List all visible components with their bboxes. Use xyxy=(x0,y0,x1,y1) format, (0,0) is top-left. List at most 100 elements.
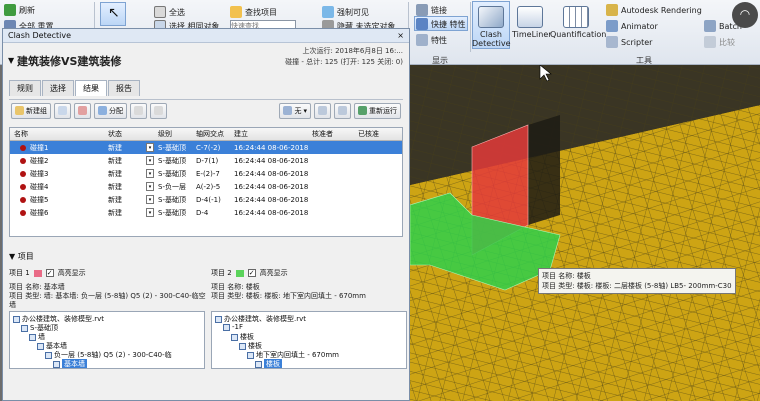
find-items-button[interactable]: 查找项目 xyxy=(230,6,277,18)
3d-viewport[interactable] xyxy=(410,65,760,401)
tree-node-selected[interactable]: 楼板 xyxy=(255,359,282,368)
table-header: 名称 状态 级别 轴网交点 建立 核准者 已核准 xyxy=(10,128,402,141)
panel-tabs: 规则 选择 结果 报告 xyxy=(9,80,140,96)
wifi-icon: ◠ xyxy=(739,7,751,21)
item2-highlight-checkbox[interactable]: ✓ xyxy=(247,269,256,277)
clash-status-dot-icon xyxy=(20,184,26,190)
select-all-button[interactable]: 全选 xyxy=(154,6,185,18)
item2-panel: 项目 2 ✓ 高亮显示 项目 名称: 楼板 项目 类型: 楼板: 楼板: 地下室… xyxy=(211,265,409,375)
tab-report[interactable]: 报告 xyxy=(108,80,140,96)
comment-button[interactable] xyxy=(130,102,147,119)
export-button[interactable] xyxy=(334,102,351,119)
col-created[interactable]: 建立 xyxy=(234,129,248,139)
tree-node-selected[interactable]: 基本墙 xyxy=(53,359,87,368)
tab-rules[interactable]: 规则 xyxy=(9,80,41,96)
unassign-icon xyxy=(154,106,163,115)
status-dropdown-icon[interactable]: ▾ xyxy=(146,195,154,204)
panel-title: Clash Detective xyxy=(8,31,72,40)
table-row[interactable]: 碰撞5 新建 S-基础顶 D-4(-1) 16:24:44 08-06-2018 ▾ xyxy=(10,193,402,206)
unassign-button[interactable] xyxy=(150,102,167,119)
clash-detective-icon xyxy=(478,6,504,28)
clash-status-dot-icon xyxy=(20,210,26,216)
status-dropdown-icon[interactable]: ▾ xyxy=(146,169,154,178)
close-icon[interactable]: × xyxy=(397,31,404,40)
animator-icon xyxy=(606,20,618,32)
cell-level: S-基础顶 xyxy=(158,156,186,165)
collapse-caret-icon[interactable]: ▼ xyxy=(8,56,14,65)
item2-tree: 办公楼建筑、装修模型.rvt -1F 楼板 楼板 地下室内回填土 - 670mm… xyxy=(211,311,407,369)
timeliner-icon xyxy=(517,6,543,28)
cell-name: 碰撞1 xyxy=(30,143,49,152)
quantification-button[interactable]: Quantification xyxy=(550,6,606,39)
table-row[interactable]: 碰撞6 新建 S-基础顶 D-4 16:24:44 08-06-2018 ▾ xyxy=(10,206,402,219)
status-dropdown-icon[interactable]: ▾ xyxy=(146,156,154,165)
col-approver[interactable]: 核准者 xyxy=(312,129,333,139)
last-run: 上次运行: 2018年6月8日 16:... xyxy=(302,47,403,55)
cell-level: S-基础顶 xyxy=(158,169,186,178)
clash-summary: 碰撞 - 总计: 125 (打开: 125 关闭: 0) xyxy=(285,58,403,66)
timeliner-button[interactable]: TimeLiner xyxy=(512,6,552,39)
cell-name: 碰撞5 xyxy=(30,195,49,204)
refresh-button[interactable]: 刷新 xyxy=(4,4,35,16)
group-select-button[interactable] xyxy=(54,102,71,119)
none-dropdown[interactable]: 无 ▾ xyxy=(279,102,311,119)
cell-created: 16:24:44 08-06-2018 xyxy=(234,169,309,178)
links-button[interactable]: 链接 xyxy=(416,4,447,16)
scripter-button[interactable]: Scripter xyxy=(606,36,652,48)
item1-color-swatch[interactable] xyxy=(33,269,42,277)
results-toolbar: 新建组 分配 无 ▾ 重新运行 xyxy=(9,99,403,121)
assign-button[interactable]: 分配 xyxy=(94,102,127,119)
sort-button[interactable] xyxy=(314,102,331,119)
clash-status-dot-icon xyxy=(20,197,26,203)
autodesk-rendering-button[interactable]: Autodesk Rendering xyxy=(606,4,702,16)
ungroup-button[interactable] xyxy=(74,102,91,119)
clash-status-dot-icon xyxy=(20,171,26,177)
tree-node[interactable]: -1F xyxy=(223,323,243,331)
col-grid[interactable]: 轴网交点 xyxy=(196,129,224,139)
status-dropdown-icon[interactable]: ▾ xyxy=(146,182,154,191)
rendering-icon xyxy=(606,4,618,16)
group-icon xyxy=(58,106,67,115)
col-status[interactable]: 状态 xyxy=(108,129,122,139)
rerun-icon xyxy=(358,106,367,115)
item1-description: 项目 名称: 基本墙 项目 类型: 墙: 基本墙: 负一层 (5-8轴) Q5 … xyxy=(9,283,206,309)
quantification-icon xyxy=(563,6,589,28)
table-row[interactable]: 碰撞3 新建 S-基础顶 E-(2)-7 16:24:44 08-06-2018 ▾ xyxy=(10,167,402,180)
clash-results-table: 名称 状态 级别 轴网交点 建立 核准者 已核准 碰撞1 新建 S-基础顶 C-7(-… xyxy=(9,127,403,237)
status-dropdown-icon[interactable]: ▾ xyxy=(146,143,154,152)
export-icon xyxy=(338,106,347,115)
col-approved[interactable]: 已核准 xyxy=(358,129,379,139)
table-row[interactable]: 碰撞2 新建 S-基础顶 D-7(1) 16:24:44 08-06-2018 ▾ xyxy=(10,154,402,167)
compare-button[interactable]: 比较 xyxy=(704,36,735,48)
cell-created: 16:24:44 08-06-2018 xyxy=(234,208,309,217)
require-visible-button[interactable]: 强制可见 xyxy=(322,6,369,18)
cell-grid: E-(2)-7 xyxy=(196,169,220,178)
table-row[interactable]: 碰撞4 新建 S-负一层 A(-2)-5 16:24:44 08-06-2018 ▾ xyxy=(10,180,402,193)
link-icon xyxy=(416,4,428,16)
animator-button[interactable]: Animator xyxy=(606,20,658,32)
item2-color-swatch[interactable] xyxy=(235,269,244,277)
cell-status: 新建 xyxy=(108,208,122,217)
status-dropdown-icon[interactable]: ▾ xyxy=(146,208,154,217)
compare-icon xyxy=(704,36,716,48)
require-icon xyxy=(322,6,334,18)
cell-created: 16:24:44 08-06-2018 xyxy=(234,182,309,191)
item-tooltip: 项目 名称: 楼板 项目 类型: 楼板: 楼板: 二层楼板 (5-8轴) LB5… xyxy=(538,268,736,294)
new-group-button[interactable]: 新建组 xyxy=(11,102,51,119)
col-name[interactable]: 名称 xyxy=(14,129,28,139)
panel-titlebar: Clash Detective × xyxy=(3,29,409,43)
select-all-icon xyxy=(154,6,166,18)
collapse-caret-icon[interactable]: ▼ xyxy=(9,252,15,261)
rerun-button[interactable]: 重新运行 xyxy=(354,102,401,119)
sort-icon xyxy=(318,106,327,115)
col-level[interactable]: 级别 xyxy=(158,129,172,139)
table-row[interactable]: 碰撞1 新建 S-基础顶 C-7(-2) 16:24:44 08-06-2018 ▾ xyxy=(10,141,402,154)
cell-grid: D-4 xyxy=(196,208,209,217)
tab-results[interactable]: 结果 xyxy=(75,80,107,96)
clash-detective-button[interactable]: Clash Detective xyxy=(472,6,511,48)
properties-button[interactable]: 特性 xyxy=(416,34,447,46)
filter-icon xyxy=(283,106,293,115)
tab-select[interactable]: 选择 xyxy=(42,80,74,96)
quick-properties-label: 快捷 特性 xyxy=(416,18,466,30)
item1-highlight-checkbox[interactable]: ✓ xyxy=(45,269,54,277)
